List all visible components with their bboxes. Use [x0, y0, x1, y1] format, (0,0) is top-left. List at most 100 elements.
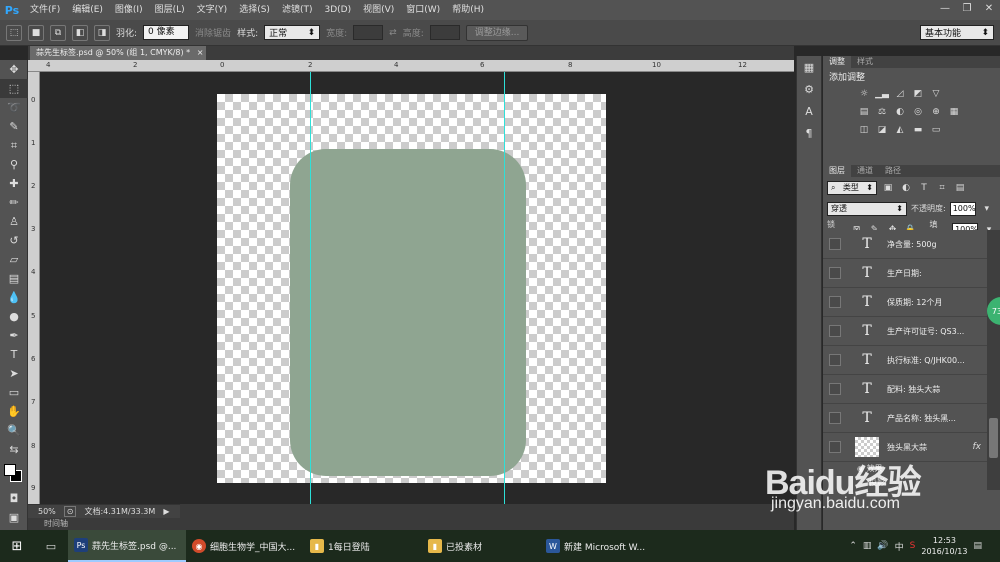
filter-smart-icon[interactable]: ▤ — [953, 182, 967, 194]
feather-input[interactable]: 0 像素 — [143, 25, 190, 40]
height-input[interactable] — [429, 25, 460, 40]
exposure-icon[interactable]: ◩ — [911, 88, 925, 100]
vertical-guide[interactable] — [310, 72, 311, 504]
color-lookup-icon[interactable]: ▦ — [947, 106, 961, 118]
style-select[interactable]: 正常 ⬍ — [264, 25, 321, 40]
taskbar-item-browser[interactable]: ◉ 细胞生物学_中国大... — [186, 530, 304, 562]
menu-edit[interactable]: 编辑(E) — [66, 0, 109, 20]
dodge-tool-icon[interactable]: ● — [0, 307, 28, 326]
tab-channels[interactable]: 通道 — [851, 165, 879, 177]
taskbar-item-folder-submitted[interactable]: ▮ 已投素材 — [422, 530, 540, 562]
layer-row[interactable]: T 净含量: 500g — [823, 230, 987, 259]
curves-icon[interactable]: ◿ — [893, 88, 907, 100]
task-view-icon[interactable]: ▭ — [34, 530, 68, 562]
minimize-button[interactable]: — — [934, 0, 956, 16]
document-tab[interactable]: 蒜先生标签.psd @ 50% (组 1, CMYK/8) * × — [30, 46, 206, 60]
clone-stamp-tool-icon[interactable]: ♙ — [0, 212, 28, 231]
layer-row[interactable]: T 生产许可证号: QS3... — [823, 317, 987, 346]
layer-row[interactable]: T 配料: 独头大蒜 — [823, 375, 987, 404]
path-select-tool-icon[interactable]: ➤ — [0, 364, 28, 383]
refine-edge-button[interactable]: 调整边缘... — [465, 24, 529, 41]
healing-brush-tool-icon[interactable]: ✚ — [0, 174, 28, 193]
close-button[interactable]: ✕ — [978, 0, 1000, 16]
visibility-toggle[interactable] — [829, 383, 841, 395]
color-swatches-icon[interactable] — [0, 459, 28, 489]
fx-icon[interactable]: fx — [973, 442, 982, 452]
selective-color-icon[interactable]: ▭ — [929, 124, 943, 136]
history-brush-tool-icon[interactable]: ↺ — [0, 231, 28, 250]
width-input[interactable] — [353, 25, 384, 40]
gradient-map-icon[interactable]: ▬ — [911, 124, 925, 136]
layers-scrollbar[interactable] — [987, 230, 1000, 490]
lasso-tool-icon[interactable]: ➰ — [0, 98, 28, 117]
brush-tool-icon[interactable]: ✏ — [0, 193, 28, 212]
visibility-toggle[interactable] — [829, 325, 841, 337]
character-panel-icon[interactable]: A — [797, 100, 821, 122]
vertical-guide[interactable] — [504, 72, 505, 504]
swap-icon[interactable]: ⇄ — [389, 28, 397, 38]
restore-button[interactable]: ❐ — [956, 0, 978, 16]
blend-mode-select[interactable]: 穿透 ⬍ — [827, 201, 907, 216]
filter-shape-icon[interactable]: ⌗ — [935, 182, 949, 194]
blur-tool-icon[interactable]: 💧 — [0, 288, 28, 307]
add-selection-icon[interactable]: ⧉ — [50, 24, 66, 41]
effects-row[interactable]: ◉ 效果 — [823, 462, 987, 476]
effects-eye-icon[interactable]: ◉ — [857, 464, 867, 473]
status-menu-icon[interactable]: ⊙ — [63, 506, 77, 517]
levels-icon[interactable]: ▁▃ — [875, 88, 889, 100]
invert-icon[interactable]: ◫ — [857, 124, 871, 136]
visibility-toggle[interactable] — [829, 296, 841, 308]
layer-filter-select[interactable]: ⌕ 类型 ⬍ — [827, 180, 877, 195]
eraser-tool-icon[interactable]: ▱ — [0, 250, 28, 269]
gradient-tool-icon[interactable]: ▤ — [0, 269, 28, 288]
filter-type-icon[interactable]: T — [917, 182, 931, 194]
history-panel-icon[interactable]: ▦ — [797, 56, 821, 78]
network-icon[interactable]: ▥ — [863, 541, 872, 551]
layer-row[interactable]: T 生产日期: — [823, 259, 987, 288]
marquee-tool-icon[interactable]: ⬚ — [0, 79, 28, 98]
opacity-input[interactable]: 100% — [949, 201, 976, 216]
new-selection-icon[interactable]: ■ — [28, 24, 44, 41]
taskbar-item-photoshop[interactable]: Ps 蒜先生标签.psd @... — [68, 530, 186, 562]
channel-mixer-icon[interactable]: ⊕ — [929, 106, 943, 118]
quick-mask-icon[interactable]: ◘ — [0, 489, 28, 508]
ime-icon[interactable]: S — [910, 541, 916, 551]
filter-adjust-icon[interactable]: ◐ — [899, 182, 913, 194]
pen-tool-icon[interactable]: ✒ — [0, 326, 28, 345]
menu-help[interactable]: 帮助(H) — [446, 0, 490, 20]
photo-filter-icon[interactable]: ◎ — [911, 106, 925, 118]
workspace-select[interactable]: 基本功能 ⬍ — [920, 25, 994, 40]
menu-type[interactable]: 文字(Y) — [191, 0, 234, 20]
rounded-label-shape[interactable] — [290, 149, 526, 476]
layers-scroll-thumb[interactable] — [989, 418, 998, 458]
screen-mode-icon[interactable]: ▣ — [0, 508, 28, 527]
tab-styles[interactable]: 样式 — [851, 56, 879, 68]
antialias-checkbox[interactable]: 消除锯齿 — [195, 26, 231, 39]
visibility-toggle[interactable] — [829, 238, 841, 250]
windows-start-icon[interactable]: ⊞ — [0, 530, 34, 562]
posterize-icon[interactable]: ◪ — [875, 124, 889, 136]
menu-view[interactable]: 视图(V) — [357, 0, 400, 20]
zoom-level[interactable]: 50% — [38, 507, 56, 516]
notification-icon[interactable]: ▤ — [973, 541, 982, 551]
menu-3d[interactable]: 3D(D) — [318, 0, 357, 20]
opacity-dropdown-icon[interactable]: ▾ — [980, 203, 994, 215]
volume-icon[interactable]: 🔊 — [877, 541, 888, 551]
zoom-tool-icon[interactable]: 🔍 — [0, 421, 28, 440]
paragraph-panel-icon[interactable]: ¶ — [797, 122, 821, 144]
shape-tool-icon[interactable]: ▭ — [0, 383, 28, 402]
layer-row[interactable]: T 产品名称: 独头黑... — [823, 404, 987, 433]
tab-layers[interactable]: 图层 — [823, 165, 851, 177]
input-language[interactable]: 中 — [895, 540, 904, 553]
visibility-toggle[interactable] — [829, 412, 841, 424]
move-tool-icon[interactable]: ✥ — [0, 60, 28, 79]
crop-tool-icon[interactable]: ⌗ — [0, 136, 28, 155]
clock[interactable]: 12:53 2016/10/13 — [921, 535, 967, 557]
intersect-selection-icon[interactable]: ◨ — [94, 24, 110, 41]
drop-shadow-row[interactable]: 投影 — [823, 476, 987, 490]
horizontal-scrollbar[interactable] — [180, 504, 794, 518]
menu-layer[interactable]: 图层(L) — [149, 0, 191, 20]
menu-window[interactable]: 窗口(W) — [400, 0, 446, 20]
menu-filter[interactable]: 滤镜(T) — [276, 0, 319, 20]
taskbar-item-folder-login[interactable]: ▮ 1每日登陆 — [304, 530, 422, 562]
